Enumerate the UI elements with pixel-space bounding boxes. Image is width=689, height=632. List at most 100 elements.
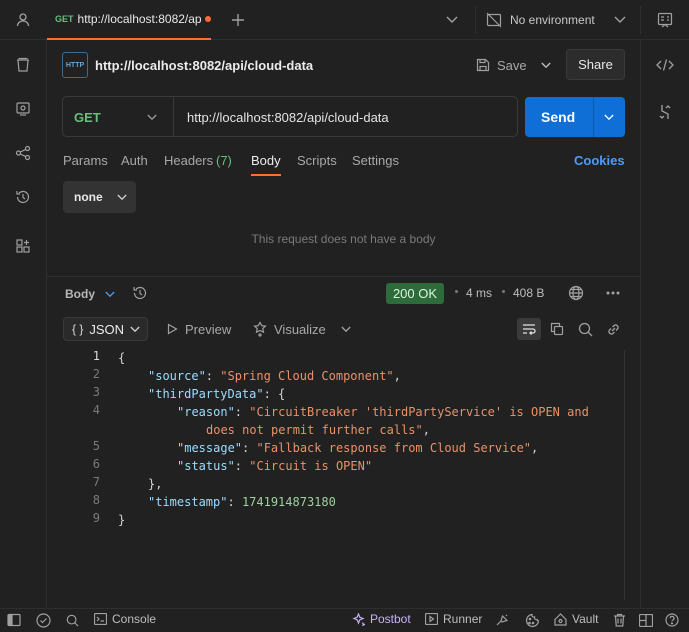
help-icon[interactable] [664, 612, 680, 628]
response-history-icon[interactable] [131, 284, 149, 302]
code-key: "timestamp" [148, 495, 228, 509]
tab-body[interactable]: Body [251, 153, 281, 168]
code-value: "Spring Cloud Component" [220, 369, 394, 383]
cookies-icon[interactable] [523, 611, 541, 629]
trash-icon[interactable] [611, 612, 627, 628]
environments-icon[interactable] [12, 99, 34, 119]
collections-icon[interactable] [12, 55, 34, 75]
share-button[interactable]: Share [566, 49, 625, 80]
request-title[interactable]: http://localhost:8082/api/cloud-data [95, 58, 313, 73]
tab-headers[interactable]: Headers [164, 153, 213, 168]
user-icon[interactable] [12, 10, 34, 30]
body-type-label: none [74, 190, 103, 204]
wrap-lines-button[interactable] [517, 318, 541, 340]
tab-method: GET [55, 14, 74, 24]
code-token: } [118, 513, 126, 527]
format-label: JSON [89, 321, 125, 337]
empty-body-message: This request does not have a body [251, 232, 436, 246]
divider [47, 276, 640, 277]
more-options-icon[interactable] [603, 284, 623, 302]
play-icon [166, 323, 178, 335]
runner-button[interactable]: Runner [425, 612, 482, 626]
search-icon[interactable] [576, 320, 594, 338]
environment-label: No environment [510, 13, 595, 27]
code-snippet-icon[interactable] [654, 55, 676, 75]
capture-requests-icon[interactable] [494, 612, 510, 628]
tab-params[interactable]: Params [63, 153, 108, 168]
format-select[interactable]: { } JSON [63, 317, 148, 341]
postbot-label: Postbot [370, 612, 411, 626]
link-icon[interactable] [604, 320, 622, 338]
cookies-link[interactable]: Cookies [574, 153, 625, 168]
copy-icon[interactable] [548, 320, 566, 338]
postbot-button[interactable]: Postbot [352, 612, 411, 626]
editor-scrollbar-track[interactable] [624, 350, 625, 600]
related-requests-icon[interactable] [654, 102, 676, 122]
response-size[interactable]: 408 B [513, 286, 544, 300]
send-label: Send [541, 109, 576, 125]
code-value: "CircuitBreaker 'thirdPartyService' is O… [249, 405, 589, 419]
request-tab[interactable]: GET http://localhost:8082/api/cloud-data [47, 0, 211, 40]
environment-chevron-icon[interactable] [610, 10, 630, 30]
send-options-chevron-icon[interactable] [598, 108, 620, 126]
code-line: "thirdPartyData": { [148, 387, 286, 401]
find-icon[interactable] [64, 612, 80, 628]
visualize-icon [252, 321, 268, 337]
tabs-dropdown-chevron-icon[interactable] [442, 10, 462, 30]
line-number: 4 [92, 403, 100, 417]
console-icon [94, 613, 107, 625]
code-value: 1741914873180 [241, 495, 336, 509]
save-options-chevron-icon[interactable] [538, 56, 554, 74]
save-label: Save [497, 57, 527, 73]
vault-button[interactable]: Vault [554, 612, 598, 626]
tab-settings[interactable]: Settings [352, 153, 399, 168]
code-token: { [278, 387, 286, 401]
code-value: does not permit further calls" [206, 423, 423, 437]
environment-quick-look-icon[interactable] [654, 10, 676, 30]
divider [475, 6, 476, 34]
vault-label: Vault [572, 612, 599, 626]
method-select[interactable]: GET [74, 110, 101, 125]
separator-dot [455, 290, 458, 293]
response-time[interactable]: 4 ms [466, 286, 492, 300]
online-status-check-icon[interactable] [34, 611, 52, 629]
body-type-select[interactable]: none [63, 181, 136, 213]
separator-dot [502, 290, 505, 293]
unsaved-dot [205, 16, 211, 22]
network-globe-icon[interactable] [566, 284, 586, 302]
right-sidebar [640, 40, 689, 608]
console-button[interactable]: Console [94, 612, 156, 626]
toggle-sidebar-icon[interactable] [6, 612, 22, 628]
new-tab-plus-icon[interactable] [228, 10, 248, 30]
runner-label: Runner [443, 612, 483, 626]
code-line: }, [148, 475, 162, 493]
console-label: Console [112, 612, 157, 626]
status-badge[interactable]: 200 OK [386, 283, 444, 304]
environment-selector[interactable]: No environment [486, 10, 595, 30]
divider [593, 97, 594, 137]
code-line: "status": "Circuit is OPEN" [177, 459, 373, 473]
wrap-lines-icon [522, 323, 536, 335]
no-environment-icon [486, 12, 502, 28]
visualize-chevron-icon[interactable] [338, 321, 354, 337]
line-number: 6 [92, 457, 100, 471]
response-body-label[interactable]: Body [65, 287, 95, 301]
code-token: }, [148, 477, 163, 491]
flows-icon[interactable] [12, 143, 34, 163]
tab-auth[interactable]: Auth [121, 153, 148, 168]
line-number: 8 [92, 493, 100, 507]
method-chevron-icon[interactable] [144, 108, 160, 126]
url-input[interactable]: http://localhost:8082/api/cloud-data [187, 110, 389, 125]
visualize-button[interactable]: Visualize [252, 320, 326, 338]
tab-scripts[interactable]: Scripts [297, 153, 337, 168]
history-icon[interactable] [12, 187, 34, 207]
two-pane-view-icon[interactable] [638, 612, 654, 628]
line-number: 1 [92, 349, 100, 363]
configure-workbench-icon[interactable] [12, 236, 34, 256]
left-sidebar [0, 40, 47, 608]
save-button[interactable]: Save [476, 55, 527, 75]
preview-label: Preview [185, 321, 232, 337]
line-number: 3 [92, 385, 100, 399]
preview-button[interactable]: Preview [166, 320, 231, 338]
response-body-chevron-icon[interactable] [102, 286, 118, 302]
